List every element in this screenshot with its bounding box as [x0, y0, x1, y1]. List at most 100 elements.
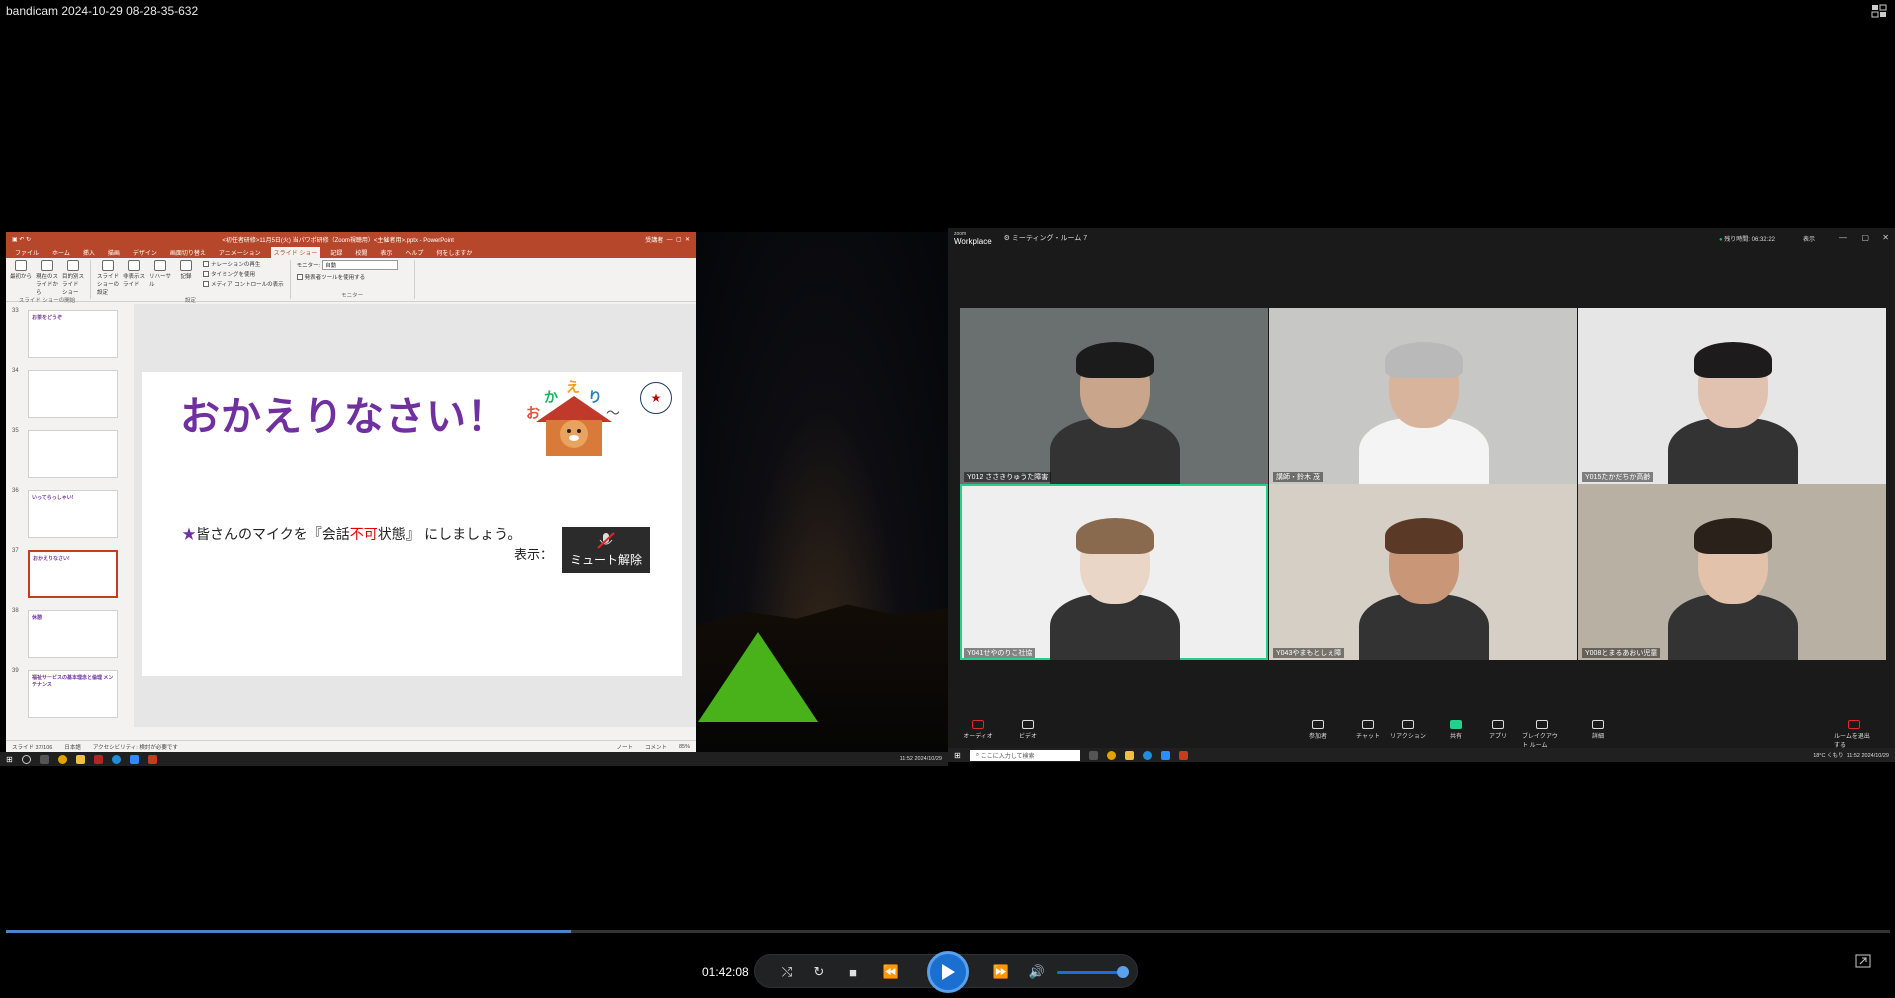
zoom-share-button[interactable]: 共有: [1436, 720, 1476, 740]
fast-forward-icon[interactable]: ⏩: [991, 962, 1011, 982]
ab-repeat-icon[interactable]: ⤭: [777, 962, 797, 982]
zoom-participants-button[interactable]: 参加者: [1298, 720, 1338, 740]
zoom-video-button[interactable]: ビデオ: [1008, 720, 1048, 740]
ribbon-tab[interactable]: 描画: [105, 247, 123, 258]
ppt-save-icon[interactable]: ▣ ↶ ↻: [12, 236, 31, 243]
status-zoom-level[interactable]: 85%: [679, 744, 690, 750]
slide-thumbnail[interactable]: 37 おかえりなさい!: [6, 548, 134, 604]
ribbon-button-start[interactable]: 現在のスライドから: [36, 260, 58, 296]
ribbon-checkbox-row[interactable]: メディア コントロールの表示: [203, 280, 284, 288]
edge-icon[interactable]: [1142, 750, 1152, 760]
status-language[interactable]: 日本語: [64, 743, 81, 751]
zoom-audio-button[interactable]: オーディオ: [958, 720, 998, 740]
rewind-icon[interactable]: ⏪: [881, 962, 901, 982]
zoom-chat-button[interactable]: チャット: [1348, 720, 1388, 740]
ribbon-tab[interactable]: 記録: [327, 247, 345, 258]
slide-thumbnail[interactable]: 39 福祉サービスの基本理念と倫理 メンテナンス: [6, 668, 134, 724]
file-explorer-icon[interactable]: [75, 754, 85, 764]
ribbon-tab[interactable]: 表示: [377, 247, 395, 258]
zoom-more-button[interactable]: 詳細: [1578, 720, 1618, 740]
slide-star-button[interactable]: ★: [640, 382, 672, 414]
ribbon-tab[interactable]: 挿入: [80, 247, 98, 258]
windows-start-icon[interactable]: ⊞: [954, 751, 961, 760]
zoom-reactions-button[interactable]: リアクション: [1388, 720, 1428, 740]
ppt-window-controls[interactable]: — ▢ ✕: [663, 236, 690, 243]
slide-title: おかえりなさい！: [180, 394, 508, 440]
status-comments-button[interactable]: コメント: [645, 743, 667, 751]
search-icon[interactable]: [21, 754, 31, 764]
ribbon-button-setup[interactable]: リハーサル: [149, 260, 171, 296]
zoom-apps-button[interactable]: アプリ: [1478, 720, 1518, 740]
ribbon-tab[interactable]: デザイン: [130, 247, 160, 258]
zoom-leave-button[interactable]: ルームを退出する: [1834, 720, 1874, 749]
status-notes-button[interactable]: ノート: [616, 743, 633, 751]
mic-instruction-post: 状態』 にしましょう。: [377, 527, 522, 543]
zoom-taskbar-icon[interactable]: [129, 754, 139, 764]
ribbon-tab[interactable]: スライド ショー: [270, 247, 321, 258]
powerpoint-taskbar-icon[interactable]: [1178, 750, 1188, 760]
presenter-tool-checkbox[interactable]: [296, 274, 303, 280]
ribbon-checkbox-row[interactable]: ナレーションの再生: [203, 260, 284, 268]
chrome-icon[interactable]: [57, 754, 67, 764]
leave-icon: [1848, 720, 1860, 729]
participant-video-tile[interactable]: Y043やまもとしぇ障: [1269, 484, 1577, 660]
chrome-icon[interactable]: [1106, 750, 1116, 760]
participant-video-tile[interactable]: Y008とまるあおい児童: [1578, 484, 1886, 660]
ribbon-button-setup[interactable]: 記録: [175, 260, 197, 296]
file-explorer-icon[interactable]: [1124, 750, 1134, 760]
bandicam-icon[interactable]: [93, 754, 103, 764]
taskbar-search-input[interactable]: ⌕ ここに入力して検索: [969, 749, 1080, 761]
minimize-icon[interactable]: —: [1839, 233, 1847, 242]
slide-thumbnail[interactable]: 34: [6, 368, 134, 424]
task-view-icon[interactable]: [39, 754, 49, 764]
monitor-select[interactable]: 自動: [322, 260, 399, 270]
ribbon-button-start[interactable]: 目的別スライド ショー: [62, 260, 84, 296]
ribbon-tab[interactable]: 画面切り替え: [167, 247, 209, 258]
zoom-view-button[interactable]: 表示: [1803, 234, 1815, 243]
ribbon-checkbox-row[interactable]: タイミングを使用: [203, 270, 284, 278]
play-button[interactable]: [927, 951, 969, 993]
ribbon-tab[interactable]: 校閲: [352, 247, 370, 258]
ribbon-tab[interactable]: ヘルプ: [402, 247, 426, 258]
volume-slider[interactable]: [1057, 971, 1123, 974]
task-view-icon[interactable]: [1088, 750, 1098, 760]
ppt-titlebar: ▣ ↶ ↻ <初任者研修>11月5日(火) 当パワポ研修（Zoom視聴用）<主催…: [6, 232, 696, 246]
stop-icon[interactable]: ■: [843, 962, 863, 982]
ribbon-checkbox[interactable]: [203, 281, 209, 287]
ribbon-tab[interactable]: アニメーション: [216, 247, 264, 258]
slide-thumbnail[interactable]: 36 いってらっしゃい!: [6, 488, 134, 544]
zoom-toolbar-label: 共有: [1449, 734, 1462, 740]
slide-thumbnail-pane[interactable]: 33 お茶をどうぞ 34 35 36 いってらっしゃい! 37 おかえりなさい! 38 休憩 39 福…: [6, 304, 134, 727]
slide-thumbnail[interactable]: 38 休憩: [6, 608, 134, 664]
maximize-icon[interactable]: ▢: [1861, 233, 1869, 242]
ribbon-button-setup[interactable]: スライド ショーの設定: [97, 260, 119, 296]
loop-icon[interactable]: ↻: [809, 962, 829, 982]
popout-icon[interactable]: [1855, 954, 1871, 968]
ribbon-button-setup[interactable]: 非表示スライド: [123, 260, 145, 296]
zoom-taskbar-icon[interactable]: [1160, 750, 1170, 760]
ribbon-tab[interactable]: ファイル: [12, 247, 42, 258]
powerpoint-taskbar-icon[interactable]: [147, 754, 157, 764]
ribbon-tab[interactable]: ホーム: [49, 247, 73, 258]
ribbon-button-start[interactable]: 最初から: [10, 260, 32, 296]
ribbon-checkbox[interactable]: [203, 271, 209, 277]
fullscreen-toggle-icon[interactable]: [1871, 4, 1887, 18]
participant-video-tile[interactable]: Y012 ささきりゅうた障害: [960, 308, 1268, 484]
ribbon-tab[interactable]: 何をしますか: [433, 247, 475, 258]
volume-slider-thumb[interactable]: [1117, 966, 1129, 978]
close-icon[interactable]: ✕: [1882, 233, 1889, 242]
participant-video-tile[interactable]: 講師・鈴木 茂: [1269, 308, 1577, 484]
edge-icon[interactable]: [111, 754, 121, 764]
slide-thumbnail[interactable]: 35: [6, 428, 134, 484]
participant-video-tile[interactable]: Y041せやのりこ社協: [960, 484, 1268, 660]
ribbon-checkbox[interactable]: [203, 261, 209, 267]
current-slide[interactable]: おかえりなさい！ お か え り 〜 ★ ★皆さんのマイクを『会話不可状態』 に…: [142, 372, 682, 676]
slide-thumbnail[interactable]: 33 お茶をどうぞ: [6, 308, 134, 364]
status-accessibility[interactable]: アクセシビリティ: 検討が必要です: [93, 743, 178, 751]
ppt-user[interactable]: 受講者: [645, 235, 663, 244]
volume-icon[interactable]: 🔊: [1027, 962, 1047, 982]
zoom-breakout-button[interactable]: ブレイクアウト ルーム: [1522, 720, 1562, 749]
windows-start-icon[interactable]: ⊞: [6, 755, 13, 764]
participant-video-tile[interactable]: Y015たかだちか高齢: [1578, 308, 1886, 484]
playback-progress-bar[interactable]: [6, 930, 1890, 933]
